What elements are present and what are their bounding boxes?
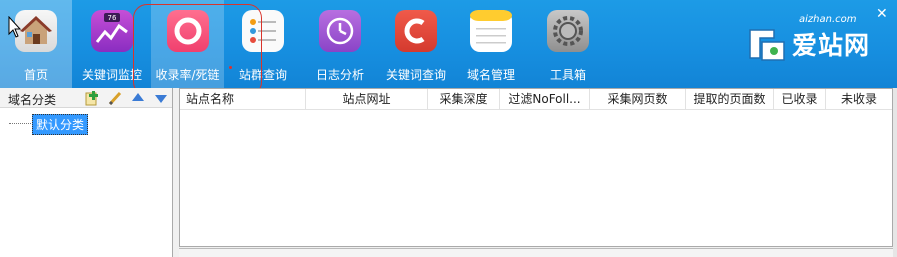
toolbar-toolbox-label: 工具箱 bbox=[549, 68, 586, 82]
bottom-panel-edge bbox=[179, 248, 893, 257]
col-filter-nofollow[interactable]: 过滤NoFoll... bbox=[500, 89, 590, 110]
toolbar-log-analysis[interactable]: 日志分析 bbox=[305, 0, 375, 88]
clock-icon bbox=[319, 10, 361, 52]
col-crawl-depth[interactable]: 采集深度 bbox=[428, 89, 500, 110]
toolbar-domain-manage-label: 域名管理 bbox=[466, 68, 515, 82]
site-table: 站点名称 站点网址 采集深度 过滤NoFoll... 采集网页数 提取的页面数 … bbox=[179, 88, 893, 247]
toolbar-log-analysis-label: 日志分析 bbox=[315, 68, 364, 82]
right-scroll-strip bbox=[893, 88, 897, 257]
toolbar-keyword-query[interactable]: 关键词查询 bbox=[380, 0, 452, 88]
notepad-icon bbox=[470, 10, 512, 52]
col-not-indexed[interactable]: 未收录 bbox=[826, 89, 892, 110]
list-icon bbox=[242, 10, 284, 52]
badge-text: 76 bbox=[108, 14, 117, 22]
category-header: 域名分类 bbox=[0, 88, 172, 108]
tree-connector bbox=[9, 123, 31, 124]
annotation-dot bbox=[229, 66, 232, 69]
toolbar-home-label: 首页 bbox=[23, 68, 48, 82]
toolbar-index-rate[interactable]: 收录率/死链 bbox=[151, 0, 224, 88]
add-category-icon[interactable] bbox=[84, 90, 100, 106]
toolbar-home[interactable]: 首页 bbox=[0, 0, 72, 88]
tree-item-default[interactable]: 默认分类 bbox=[32, 114, 89, 135]
toolbar-domain-manage[interactable]: 域名管理 bbox=[458, 0, 524, 88]
brand-logo: aizhan.com 爱站网 bbox=[742, 14, 892, 66]
toolbar-toolbox[interactable]: 工具箱 bbox=[535, 0, 601, 88]
category-title: 域名分类 bbox=[8, 93, 57, 107]
move-down-icon[interactable] bbox=[153, 90, 169, 106]
table-header: 站点名称 站点网址 采集深度 过滤NoFoll... 采集网页数 提取的页面数 … bbox=[180, 89, 892, 110]
aizhan-logo-icon bbox=[749, 29, 785, 61]
toolbar-site-group[interactable]: 站群查询 bbox=[230, 0, 296, 88]
toolbar-keyword-monitor-label: 关键词监控 bbox=[81, 68, 142, 82]
col-crawled-pages[interactable]: 采集网页数 bbox=[590, 89, 686, 110]
brand-domain: aizhan.com bbox=[799, 14, 857, 25]
toolbar-site-group-label: 站群查询 bbox=[238, 68, 287, 82]
c-letter-icon bbox=[395, 10, 437, 52]
col-site-name[interactable]: 站点名称 bbox=[180, 89, 306, 110]
mouse-cursor-icon bbox=[8, 16, 22, 38]
toolbar-keyword-query-label: 关键词查询 bbox=[385, 68, 446, 82]
main-toolbar: 首页 76 关键词监控 收录率/死链 站群查询 日志分析 关键词查询 域名管理 … bbox=[0, 0, 897, 96]
col-indexed[interactable]: 已收录 bbox=[774, 89, 826, 110]
ring-icon bbox=[166, 10, 209, 52]
window-close-icon[interactable]: ✕ bbox=[876, 6, 888, 22]
gear-icon bbox=[547, 10, 589, 52]
move-up-icon[interactable] bbox=[130, 90, 146, 106]
col-extracted-pages[interactable]: 提取的页面数 bbox=[686, 89, 774, 110]
brand-name: 爱站网 bbox=[792, 31, 871, 60]
toolbar-keyword-monitor[interactable]: 76 关键词监控 bbox=[78, 0, 146, 88]
chart-trend-icon: 76 bbox=[91, 10, 133, 52]
edit-pencil-icon[interactable] bbox=[107, 90, 123, 106]
domain-category-panel: 域名分类 默认分类 bbox=[0, 88, 173, 257]
col-site-url[interactable]: 站点网址 bbox=[306, 89, 428, 110]
toolbar-index-rate-label: 收录率/死链 bbox=[155, 68, 220, 82]
